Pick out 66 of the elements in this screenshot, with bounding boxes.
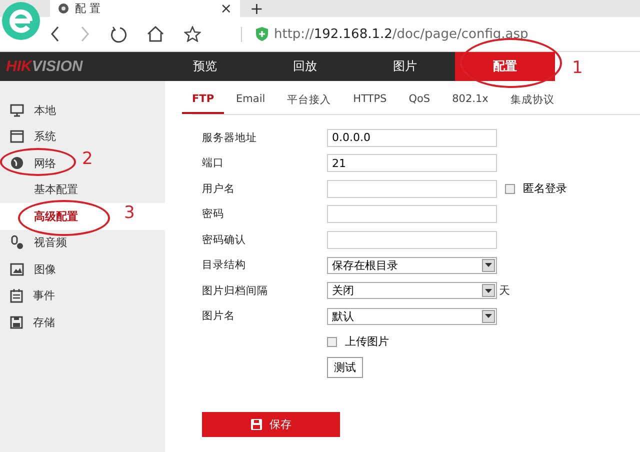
input-field[interactable] — [327, 230, 497, 249]
unit-label: 天 — [499, 283, 510, 298]
settings-tab[interactable]: FTP — [182, 93, 224, 114]
checkbox-label: 上传图片 — [345, 334, 389, 350]
camera-icon — [58, 3, 69, 14]
save-button[interactable]: 保存 — [202, 412, 340, 437]
caret-icon — [482, 258, 495, 272]
field-label: 图片名 — [202, 309, 236, 324]
forward-icon[interactable] — [80, 26, 90, 42]
nav-tab[interactable]: 回放 — [255, 52, 355, 81]
field-label: 密码确认 — [202, 232, 247, 247]
checkbox-label: 匿名登录 — [523, 181, 567, 196]
calendar-icon — [10, 288, 23, 303]
input-field[interactable]: 0.0.0.0 — [327, 128, 497, 147]
settings-tab[interactable]: Email — [236, 93, 266, 114]
tab-title: 配 置 — [75, 1, 100, 16]
sidebar-item[interactable]: 事件 — [0, 282, 61, 309]
address-bar[interactable]: http://192.168.1.2/doc/page/config.asp — [241, 26, 528, 42]
nav-tab[interactable]: 配置 — [455, 52, 555, 81]
monitor-icon — [10, 104, 24, 117]
settings-tab[interactable]: HTTPS — [353, 93, 387, 114]
input-field[interactable] — [327, 180, 497, 198]
sidebar-item[interactable]: 本地 — [0, 97, 62, 124]
field-label: 密码 — [202, 207, 225, 222]
input-field[interactable]: 21 — [327, 154, 497, 172]
field-label: 服务器地址 — [202, 130, 258, 145]
annotation-number: 1 — [572, 58, 583, 78]
settings-tab[interactable]: 集成协议 — [510, 93, 554, 114]
sidebar-item[interactable]: 网络 — [0, 150, 62, 176]
dropdown[interactable]: 默认 — [327, 308, 497, 325]
settings-tab[interactable]: 平台接入 — [287, 93, 332, 114]
test-button[interactable]: 测试 — [327, 356, 363, 378]
field-label: 用户名 — [202, 182, 236, 196]
window-icon — [10, 130, 24, 144]
checkbox[interactable] — [327, 336, 337, 347]
caret-icon — [482, 310, 495, 323]
sidebar-item[interactable]: 系统 — [0, 124, 62, 150]
dropdown[interactable]: 保存在根目录 — [327, 256, 497, 274]
settings-tab[interactable]: 802.1x — [452, 93, 488, 114]
field-label: 端口 — [202, 156, 225, 170]
settings-tab[interactable]: QoS — [408, 93, 430, 114]
home-icon[interactable] — [147, 26, 164, 42]
sidebar-item[interactable]: 图像 — [0, 256, 62, 282]
image-icon — [10, 262, 24, 276]
field-label: 图片归档间隔 — [202, 284, 269, 298]
new-tab-button[interactable]: + — [250, 0, 264, 17]
checkbox[interactable] — [505, 184, 515, 194]
shield-icon — [256, 27, 268, 41]
star-icon[interactable] — [184, 26, 201, 42]
nav-tab[interactable]: 预览 — [155, 52, 255, 81]
annotation-number: 3 — [124, 203, 135, 223]
annotation-number: 2 — [82, 149, 93, 169]
sidebar-item[interactable]: 存储 — [0, 309, 61, 336]
browser-tab[interactable]: 配 置 × — [50, 0, 240, 17]
sidebar-subitem[interactable]: 基本配置 — [0, 176, 84, 203]
field-label: 目录结构 — [202, 258, 247, 272]
nav-tab[interactable]: 图片 — [355, 52, 455, 81]
dropdown[interactable]: 关闭 — [327, 282, 497, 300]
globe-icon — [10, 156, 24, 170]
caret-icon — [482, 284, 495, 298]
refresh-icon[interactable] — [110, 26, 127, 42]
close-tab-button[interactable]: × — [220, 0, 232, 16]
input-field[interactable] — [327, 205, 497, 224]
brand-logo: HIKVISION — [5, 58, 84, 75]
sidebar-item[interactable]: 视音频 — [0, 230, 73, 256]
back-icon[interactable] — [50, 26, 60, 42]
